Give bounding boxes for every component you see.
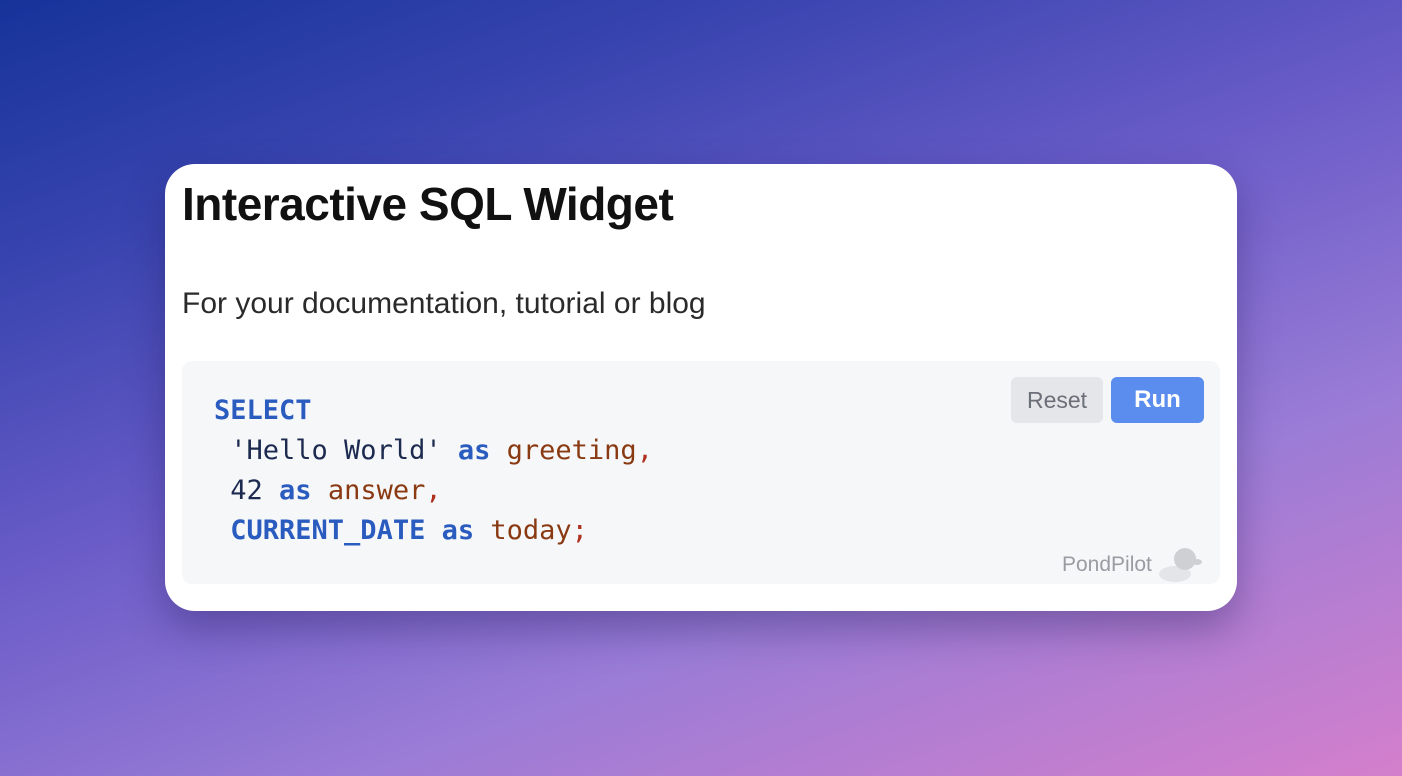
code-token: answer (327, 475, 426, 506)
page-title: Interactive SQL Widget (182, 178, 674, 230)
code-token: 'Hello World' (230, 435, 442, 466)
code-token: 42 (230, 475, 263, 506)
code-token: CURRENT_DATE (230, 515, 426, 546)
code-token: today (490, 515, 572, 546)
code-line: 'Hello World' as greeting, (214, 435, 653, 466)
widget-card: Interactive SQL Widget For your document… (165, 164, 1237, 611)
reset-button[interactable]: Reset (1011, 377, 1103, 423)
code-token: as (457, 435, 491, 466)
code-line: SELECT (214, 395, 312, 426)
code-token: as (279, 475, 312, 506)
page-subtitle: For your documentation, tutorial or blog (182, 287, 706, 320)
code-line: CURRENT_DATE as today; (214, 515, 588, 546)
code-token: greeting (506, 435, 637, 466)
code-token: , (425, 475, 442, 506)
sql-widget: SELECT 'Hello World' as greeting, 42 as … (182, 361, 1220, 584)
code-token: SELECT (214, 395, 312, 426)
code-token: as (441, 515, 475, 546)
code-token: , (636, 435, 653, 466)
run-button[interactable]: Run (1111, 377, 1204, 423)
brand-attribution[interactable]: PondPilot (1062, 547, 1202, 583)
brand-label: PondPilot (1062, 553, 1152, 576)
code-token: ; (571, 515, 588, 546)
duck-icon (1158, 548, 1202, 582)
sql-code-editor[interactable]: SELECT 'Hello World' as greeting, 42 as … (214, 391, 653, 551)
code-line: 42 as answer, (214, 475, 442, 506)
